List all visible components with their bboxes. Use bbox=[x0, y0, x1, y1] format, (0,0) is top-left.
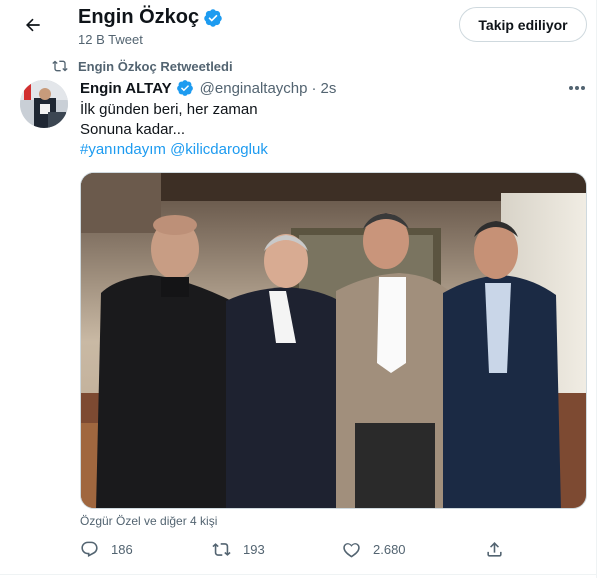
retweet-icon bbox=[212, 543, 231, 556]
avatar-image bbox=[20, 80, 68, 128]
reply-icon bbox=[81, 541, 98, 558]
tweet-text-line: İlk günden beri, her zaman bbox=[80, 101, 258, 118]
more-horizontal-icon bbox=[569, 86, 585, 90]
heart-icon bbox=[343, 543, 360, 558]
tweet-count: 12 B Tweet bbox=[78, 32, 143, 47]
tweet-text-tags: #yanındayım @kilicdarogluk bbox=[80, 140, 268, 160]
tweet-time[interactable]: 2s bbox=[320, 80, 336, 97]
profile-name: Engin Özkoç bbox=[78, 6, 200, 28]
reply-button[interactable]: 186 bbox=[80, 540, 133, 559]
retweet-context[interactable]: Engin Özkoç Retweetledi bbox=[52, 58, 233, 74]
divider bbox=[0, 574, 597, 575]
back-button[interactable] bbox=[16, 8, 50, 42]
header-name-row: Engin Özkoç bbox=[78, 6, 223, 29]
profile-header: Engin Özkoç 12 B Tweet Takip ediliyor bbox=[0, 0, 597, 52]
like-count: 2.680 bbox=[373, 542, 406, 557]
author-name[interactable]: Engin ALTAY bbox=[80, 80, 172, 97]
tweet-detail-panel: Engin Özkoç 12 B Tweet Takip ediliyor En… bbox=[0, 0, 597, 578]
retweet-icon bbox=[52, 60, 68, 72]
avatar[interactable] bbox=[20, 80, 68, 128]
following-button[interactable]: Takip ediliyor bbox=[459, 7, 587, 42]
separator-dot: · bbox=[311, 79, 317, 97]
verified-badge-icon bbox=[203, 8, 223, 28]
share-button[interactable] bbox=[485, 540, 504, 559]
tweet-actions-bar: 186 193 2.680 bbox=[80, 540, 587, 564]
author-handle[interactable]: @enginaltaychp bbox=[200, 80, 308, 97]
reply-count: 186 bbox=[111, 542, 133, 557]
more-options-button[interactable] bbox=[566, 78, 588, 98]
verified-badge-icon bbox=[176, 79, 194, 97]
retweet-count: 193 bbox=[243, 542, 265, 557]
tweet-photo[interactable] bbox=[80, 172, 587, 509]
tweet-author-row: Engin ALTAY @enginaltaychp · 2s bbox=[80, 79, 336, 97]
retweet-button[interactable]: 193 bbox=[212, 540, 265, 559]
hashtag-link[interactable]: #yanındayım bbox=[80, 141, 166, 158]
mention-link[interactable]: @kilicdarogluk bbox=[170, 141, 268, 158]
arrow-left-icon bbox=[26, 18, 40, 32]
like-button[interactable]: 2.680 bbox=[342, 540, 406, 559]
group-photo-image bbox=[81, 173, 586, 508]
tweet-text-line: Sonuna kadar... bbox=[80, 121, 186, 138]
retweet-context-text: Engin Özkoç Retweetledi bbox=[78, 58, 233, 74]
share-icon bbox=[487, 542, 502, 557]
likers-summary[interactable]: Özgür Özel ve diğer 4 kişi bbox=[80, 514, 217, 528]
